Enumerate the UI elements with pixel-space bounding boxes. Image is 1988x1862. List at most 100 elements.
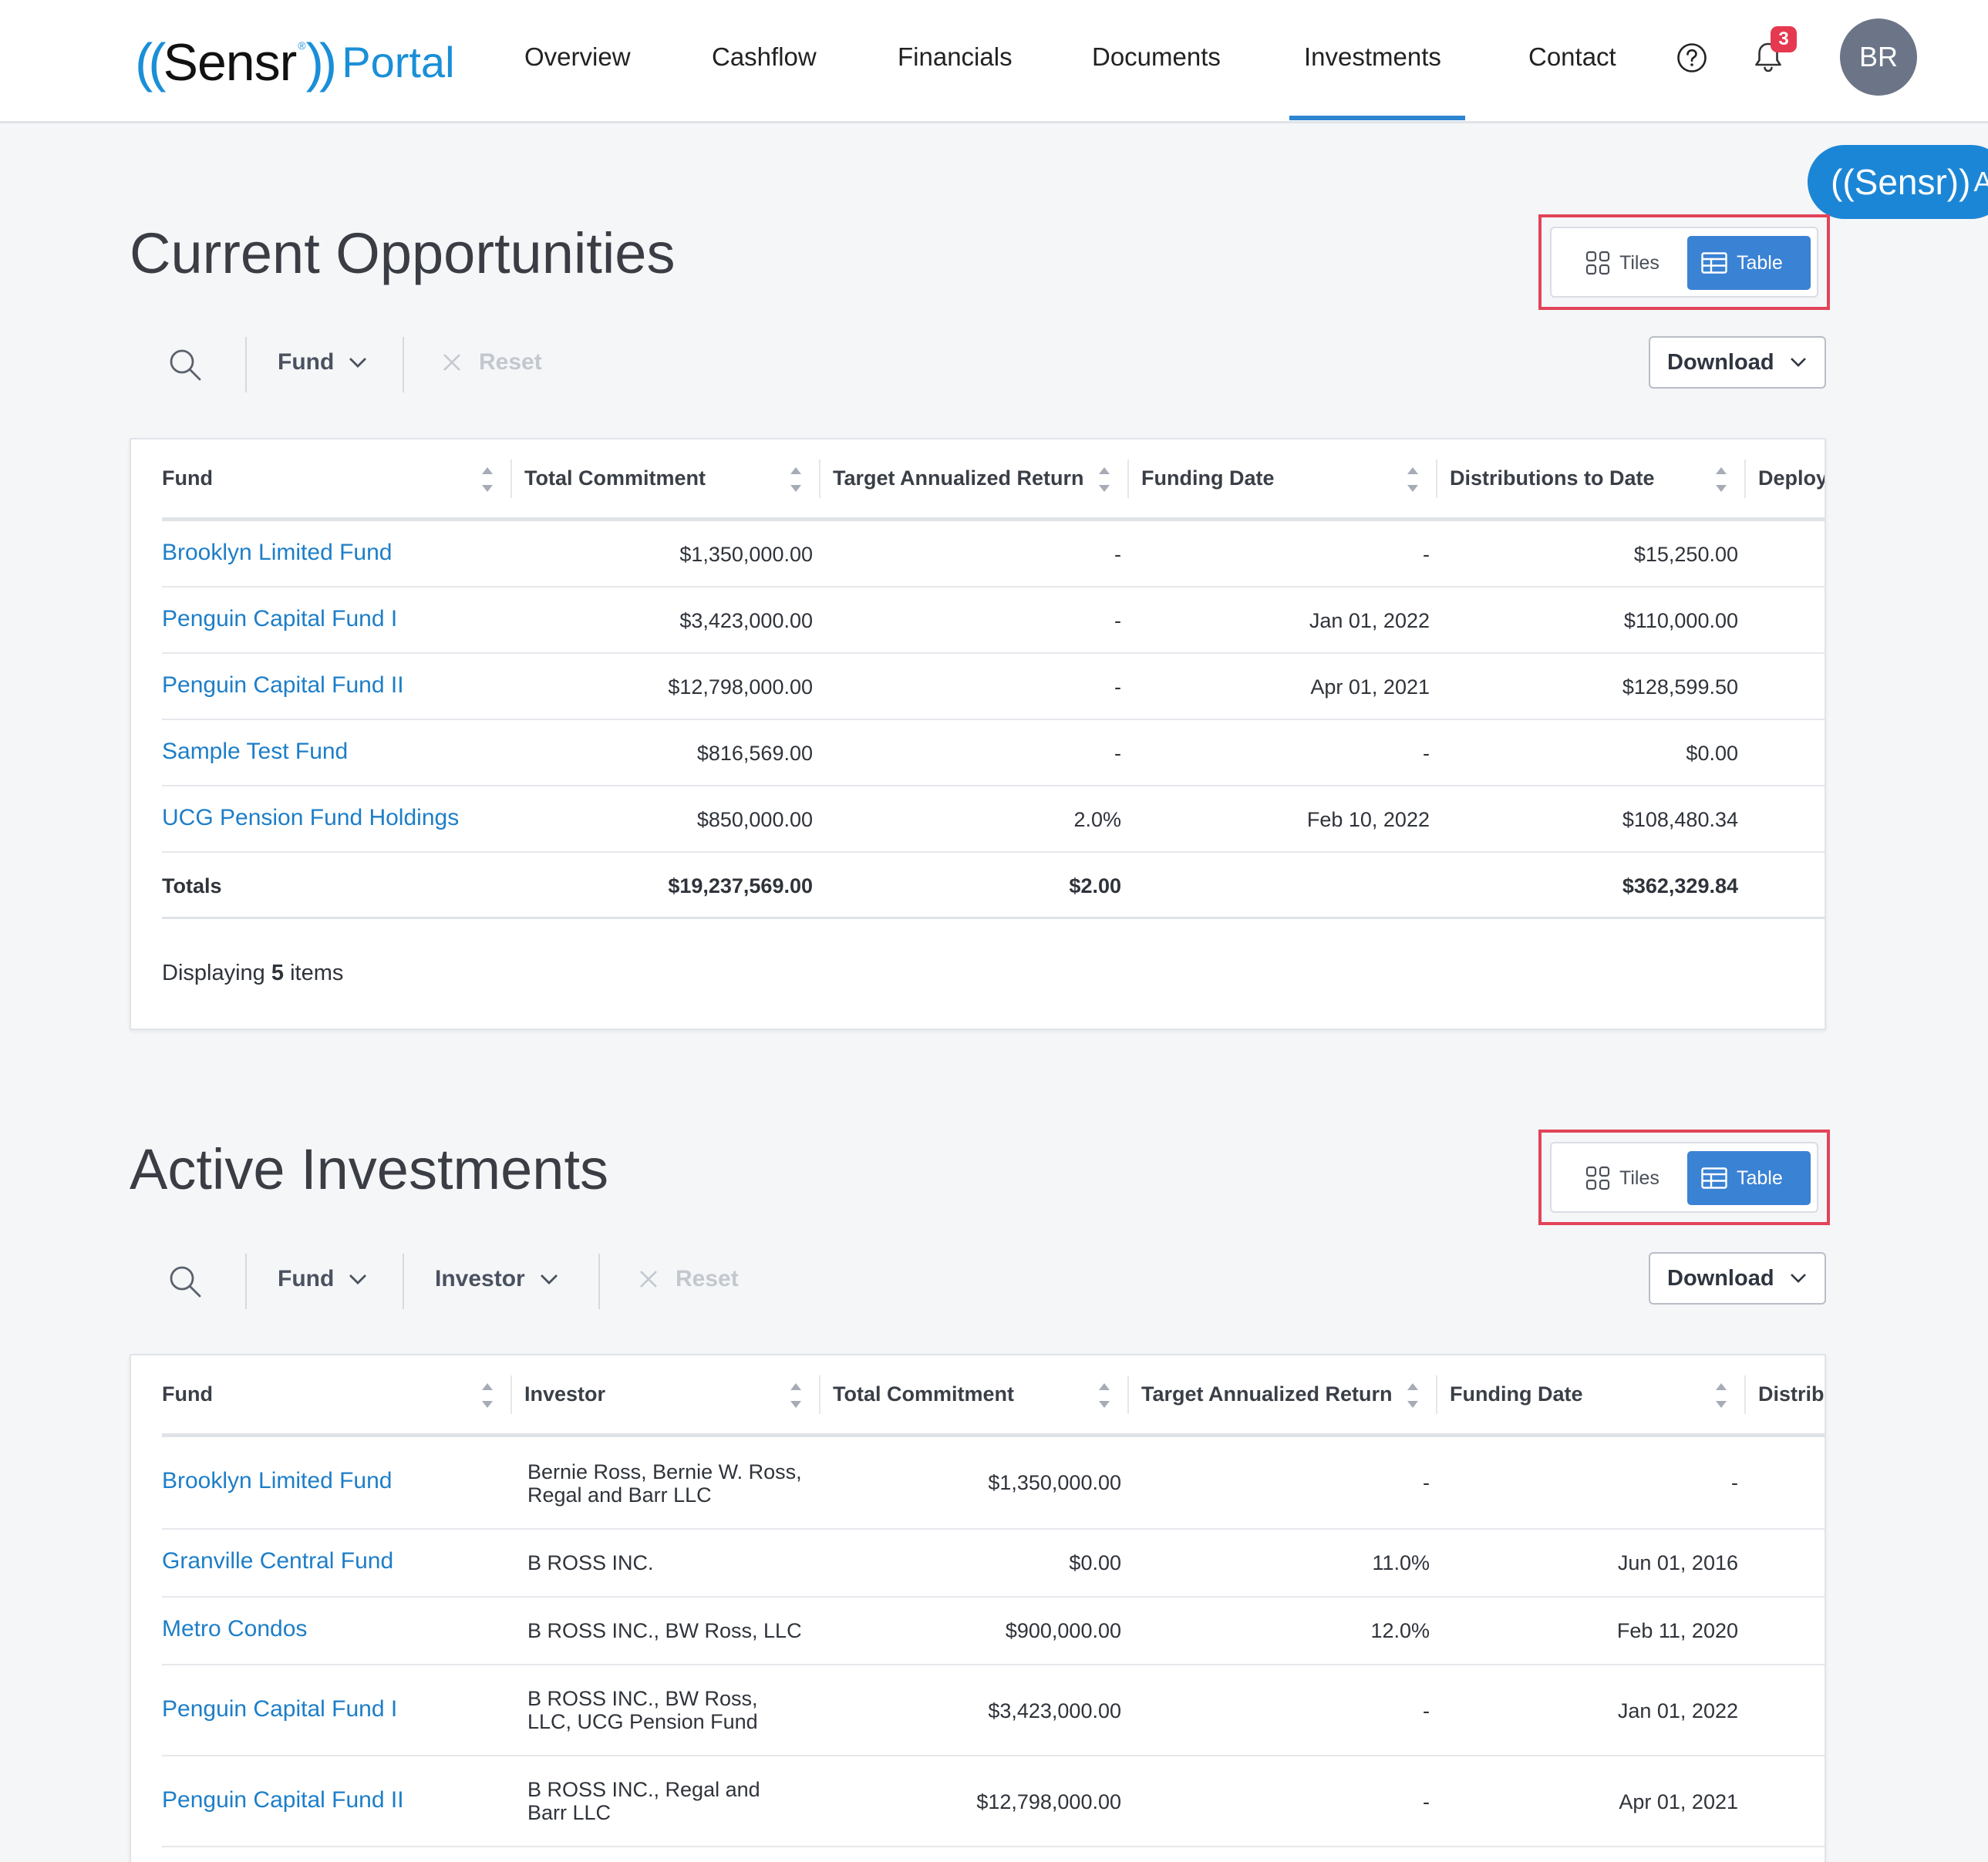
sort-icon[interactable] xyxy=(1405,1380,1420,1411)
fund-filter-dropdown[interactable]: Fund xyxy=(278,1266,368,1292)
nav-documents[interactable]: Documents xyxy=(1092,39,1221,76)
funding-date-cell: Apr 01, 2021 xyxy=(1619,1790,1738,1813)
reset-filters-button[interactable]: Reset xyxy=(639,1266,739,1292)
filter-divider xyxy=(598,1254,600,1309)
investor-cell: Bernie Ross, Bernie W. Ross, Regal and B… xyxy=(527,1460,802,1507)
items-count-suffix: items xyxy=(290,961,344,985)
total-commitment-cell: $1,350,000.00 xyxy=(988,1471,1121,1494)
investor-cell: B ROSS INC. xyxy=(527,1551,654,1574)
funding-date-cell: - xyxy=(1423,742,1430,765)
table-label: Table xyxy=(1737,251,1783,274)
download-button[interactable]: Download xyxy=(1649,336,1826,389)
reset-label: Reset xyxy=(676,1266,739,1291)
fund-link[interactable]: Penguin Capital Fund I xyxy=(162,1696,397,1722)
investor-cell: B ROSS INC., Regal and Barr LLC xyxy=(527,1778,760,1824)
table-header: Fund Investor Total Commitment Target An… xyxy=(162,1355,1825,1437)
sort-icon[interactable] xyxy=(480,1380,495,1411)
table-row: Penguin Capital Fund II B ROSS INC., Reg… xyxy=(162,1756,1825,1847)
logo-registered-mark: ® xyxy=(298,39,306,52)
column-header-distributions[interactable]: Distrib xyxy=(1758,1355,1825,1433)
sort-icon[interactable] xyxy=(1713,1380,1729,1411)
sort-icon[interactable] xyxy=(1713,464,1729,495)
fund-link[interactable]: UCG Pension Fund Holdings xyxy=(162,805,459,831)
investor-cell: B ROSS INC., BW Ross, LLC, UCG Pension F… xyxy=(527,1687,758,1733)
download-button[interactable]: Download xyxy=(1649,1252,1826,1305)
fund-link[interactable]: Brooklyn Limited Fund xyxy=(162,540,392,566)
sort-icon[interactable] xyxy=(1097,1380,1112,1411)
column-header-total-commitment[interactable]: Total Commitment xyxy=(524,439,706,517)
notification-count-badge: 3 xyxy=(1771,26,1797,52)
total-commitment-cell: $900,000.00 xyxy=(1005,1619,1121,1642)
filter-divider xyxy=(403,1254,404,1309)
nav-contact[interactable]: Contact xyxy=(1528,39,1616,76)
tiles-label: Tiles xyxy=(1619,1167,1659,1189)
fund-link[interactable]: Brooklyn Limited Fund xyxy=(162,1468,392,1494)
column-header-funding-date[interactable]: Funding Date xyxy=(1450,1355,1582,1433)
target-return-cell: - xyxy=(1423,1790,1430,1813)
column-header-fund[interactable]: Fund xyxy=(162,1355,213,1433)
fund-link[interactable]: Granville Central Fund xyxy=(162,1548,393,1574)
help-icon[interactable] xyxy=(1676,42,1707,73)
investor-filter-dropdown[interactable]: Investor xyxy=(435,1266,559,1292)
sensr-ai-button[interactable]: ((Sensr))AI xyxy=(1808,145,1988,219)
fund-filter-label: Fund xyxy=(278,1266,335,1291)
investor-cell: B ROSS INC., BW Ross, LLC xyxy=(527,1619,802,1642)
table-row: Metro Condos B ROSS INC., BW Ross, LLC $… xyxy=(162,1598,1825,1665)
sort-icon[interactable] xyxy=(788,464,804,495)
nav-financials[interactable]: Financials xyxy=(898,39,1013,76)
fund-link[interactable]: Penguin Capital Fund II xyxy=(162,672,404,699)
fund-filter-dropdown[interactable]: Fund xyxy=(278,349,368,375)
items-count: 5 xyxy=(271,961,284,985)
fund-link[interactable]: Metro Condos xyxy=(162,1616,307,1642)
top-navbar: (( Sensr ® )) Portal Overview Cashflow F… xyxy=(0,0,1988,123)
tiles-icon xyxy=(1585,251,1610,275)
totals-row: Totals $19,237,569.00 $2.00 $362,329.84 xyxy=(162,853,1825,919)
tiles-view-button[interactable]: Tiles xyxy=(1572,236,1673,290)
close-icon xyxy=(443,354,460,371)
distributions-cell: $15,250.00 xyxy=(1633,543,1738,566)
nav-cashflow[interactable]: Cashflow xyxy=(712,39,817,76)
nav-overview[interactable]: Overview xyxy=(524,39,631,76)
distributions-cell: $108,480.34 xyxy=(1622,808,1738,831)
column-header-target-annualized-return[interactable]: Target Annualized Return xyxy=(1141,1355,1393,1433)
reset-label: Reset xyxy=(479,349,542,375)
reset-filters-button[interactable]: Reset xyxy=(442,349,542,375)
sort-icon[interactable] xyxy=(1097,464,1112,495)
nav-investments[interactable]: Investments xyxy=(1304,39,1441,76)
column-header-funding-date[interactable]: Funding Date xyxy=(1141,439,1274,517)
ai-button-label: AI xyxy=(1973,166,1988,197)
fund-link[interactable]: Penguin Capital Fund I xyxy=(162,606,397,632)
fund-link[interactable]: Sample Test Fund xyxy=(162,739,348,765)
column-header-target-annualized-return[interactable]: Target Annualized Return xyxy=(833,439,1084,517)
sensr-portal-logo[interactable]: (( Sensr ® )) Portal xyxy=(135,28,455,97)
column-header-distributions-to-date[interactable]: Distributions to Date xyxy=(1450,439,1655,517)
sort-icon[interactable] xyxy=(1405,464,1420,495)
column-header-investor[interactable]: Investor xyxy=(524,1355,605,1433)
filter-divider xyxy=(245,1254,247,1309)
total-commitment-cell: $0.00 xyxy=(1069,1551,1121,1574)
table-row: Granville Central Fund B ROSS INC. $0.00… xyxy=(162,1530,1825,1598)
user-avatar[interactable]: BR xyxy=(1840,19,1917,96)
table-icon xyxy=(1701,1167,1727,1189)
column-divider xyxy=(1744,460,1746,498)
fund-link[interactable]: Penguin Capital Fund II xyxy=(162,1787,404,1813)
target-return-cell: - xyxy=(1423,1699,1430,1722)
chevron-down-icon xyxy=(349,1274,367,1285)
column-header-total-commitment[interactable]: Total Commitment xyxy=(833,1355,1014,1433)
search-icon[interactable] xyxy=(168,348,202,382)
ai-button-logo: ((Sensr)) xyxy=(1831,162,1971,202)
table-view-button[interactable]: Table xyxy=(1687,236,1811,290)
logo-brand: Sensr xyxy=(163,33,298,92)
sort-icon[interactable] xyxy=(788,1380,804,1411)
table-view-button[interactable]: Table xyxy=(1687,1151,1811,1205)
total-commitment-cell: $850,000.00 xyxy=(696,808,813,831)
target-return-cell: - xyxy=(1114,543,1121,566)
search-icon[interactable] xyxy=(168,1264,202,1298)
table-row: Brooklyn Limited Fund $1,350,000.00 - - … xyxy=(162,521,1825,588)
tiles-view-button[interactable]: Tiles xyxy=(1572,1151,1673,1205)
items-count-prefix: Displaying xyxy=(162,961,265,985)
investments-filter-bar: Fund Investor Reset xyxy=(130,1251,1826,1312)
column-header-deploy[interactable]: Deploy xyxy=(1758,439,1825,517)
column-header-fund[interactable]: Fund xyxy=(162,439,213,517)
sort-icon[interactable] xyxy=(480,464,495,495)
